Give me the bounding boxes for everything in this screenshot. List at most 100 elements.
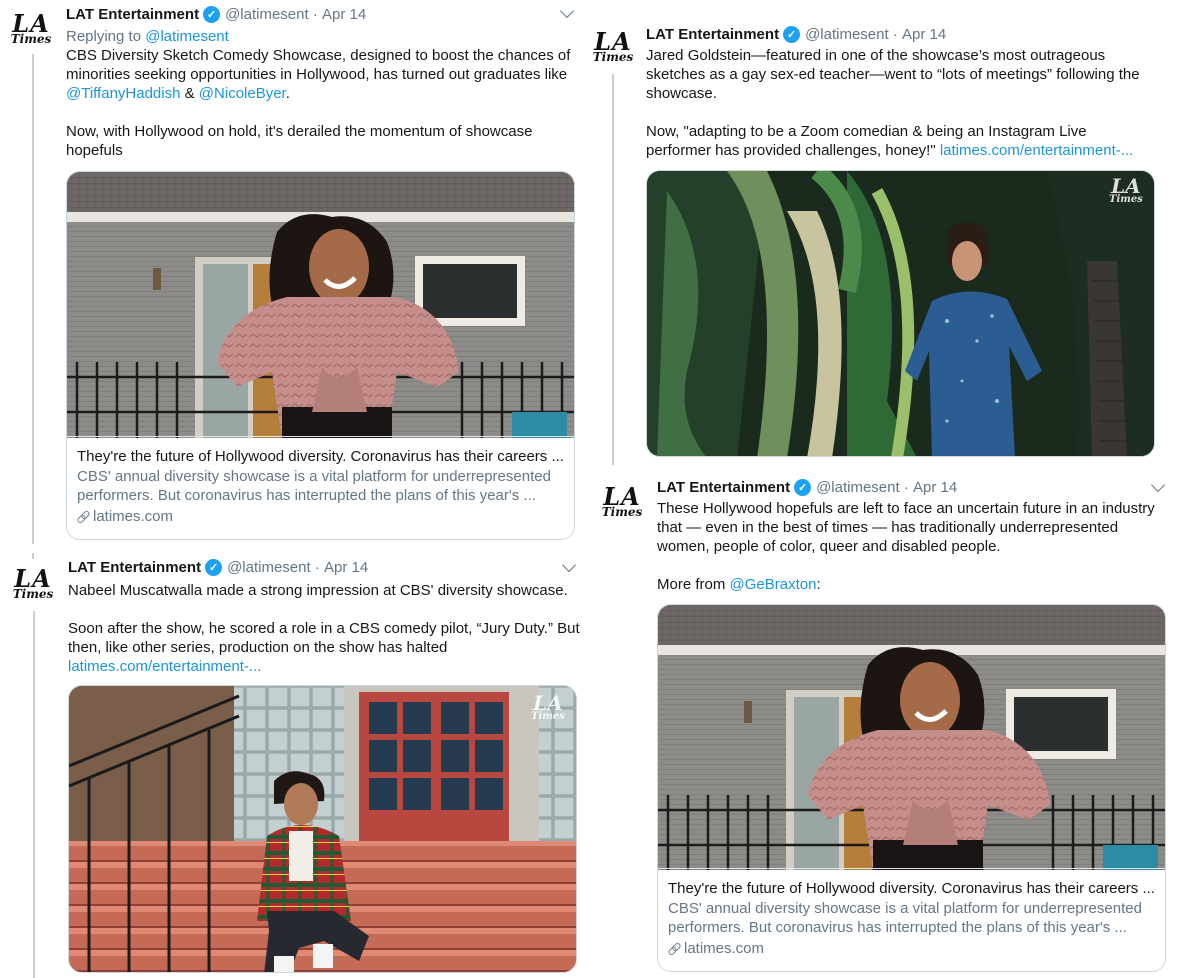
avatar-times-text: Times [12, 587, 54, 602]
avatar[interactable]: LA Times [10, 561, 56, 607]
card-image [658, 605, 1165, 870]
tweet-line: Now, "adapting to be a Zoom comedian & b… [646, 123, 1087, 140]
replying-to-link[interactable]: @latimesent [145, 28, 229, 45]
account-name[interactable]: LAT Entertainment [68, 559, 201, 576]
account-handle[interactable]: @latimesent [225, 6, 309, 23]
text-colon: : [816, 576, 821, 593]
avatar-la-text: LA [12, 8, 50, 38]
account-handle[interactable]: @latimesent [816, 479, 900, 496]
tweet-date[interactable]: Apr 14 [902, 26, 946, 43]
tweet-line: sketches as a gay sex-ed teacher—went to… [646, 66, 1140, 83]
card-image: LA Times [69, 686, 576, 972]
account-name[interactable]: LAT Entertainment [646, 26, 779, 43]
link-card[interactable]: They're the future of Hollywood diversit… [657, 604, 1166, 972]
card-body: They're the future of Hollywood diversit… [658, 868, 1165, 971]
tweet-text: These Hollywood hopefuls are left to fac… [657, 499, 1172, 594]
chevron-down-icon[interactable] [1150, 477, 1166, 493]
card-domain: latimes.com [77, 507, 564, 526]
tweet-2[interactable]: LA Times LAT Entertainment ✓ @latimesent… [590, 0, 1181, 465]
thread-line [612, 74, 614, 465]
card-image [67, 172, 574, 438]
watermark-logo: LA Times [1109, 174, 1143, 205]
thread-line [32, 54, 34, 544]
tweet-line: women, people of color, queer and disabl… [657, 538, 1001, 555]
chevron-down-icon[interactable] [559, 3, 575, 19]
tweet-line: CBS Diversity Sketch Comedy Showcase, de… [66, 47, 571, 64]
thread-line [32, 553, 34, 559]
text-amp: & [180, 85, 199, 102]
avatar-la-text: LA [603, 481, 641, 511]
thread-line [33, 611, 35, 978]
media-card[interactable]: LA Times [68, 685, 577, 973]
tweet-line: that — even in the best of times — has t… [657, 519, 1119, 536]
avatar-times-text: Times [10, 32, 52, 47]
tweet-text: Jared Goldstein—featured in one of the s… [646, 46, 1166, 160]
mention-link[interactable]: @GeBraxton [730, 576, 817, 593]
verified-badge-icon: ✓ [783, 26, 801, 43]
tweet-line: These Hollywood hopefuls are left to fac… [657, 500, 1155, 517]
watermark-logo: LA Times [531, 691, 565, 722]
card-body: They're the future of Hollywood diversit… [67, 436, 574, 539]
tweet-line: showcase. [646, 85, 717, 102]
tweet-header: LAT Entertainment ✓ @latimesent · Apr 14 [68, 559, 368, 576]
article-link[interactable]: latimes.com/entertainment-... [68, 658, 261, 675]
tweet-text: Replying to @latimesent CBS Diversity Sk… [66, 27, 581, 160]
avatar-la-text: LA [594, 26, 632, 56]
tweet-line: hopefuls [66, 142, 123, 159]
account-name[interactable]: LAT Entertainment [66, 6, 199, 23]
tweet-text-segment: performer has provided challenges, honey… [646, 142, 940, 159]
account-handle[interactable]: @latimesent [227, 559, 311, 576]
mention-link[interactable]: @TiffanyHaddish [66, 85, 180, 102]
tweet-line: More from @GeBraxton: [657, 575, 1172, 594]
separator-dot: · [308, 6, 322, 23]
avatar[interactable]: LA Times [590, 24, 636, 70]
avatar[interactable]: LA Times [599, 479, 645, 525]
separator-dot: · [888, 26, 902, 43]
card-domain: latimes.com [668, 939, 1155, 958]
tweet-line: @TiffanyHaddish & @NicoleByer. [66, 84, 581, 103]
link-icon [77, 511, 89, 523]
tweet-header: LAT Entertainment ✓ @latimesent · Apr 14 [646, 26, 946, 43]
card-description: CBS' annual diversity showcase is a vita… [77, 468, 551, 504]
card-title: They're the future of Hollywood diversit… [668, 880, 1155, 897]
tweet-date[interactable]: Apr 14 [324, 559, 368, 576]
mention-link[interactable]: @NicoleByer [199, 85, 286, 102]
tweet-line: then, like other series, production on t… [68, 639, 448, 656]
link-card[interactable]: They're the future of Hollywood diversit… [66, 171, 575, 540]
tweet-header: LAT Entertainment ✓ @latimesent · Apr 14 [657, 479, 957, 496]
text-dot: . [285, 85, 290, 102]
avatar-la-text: LA [14, 563, 52, 593]
card-image: LA Times [647, 171, 1154, 456]
tweet-4[interactable]: LA Times LAT Entertainment ✓ @latimesent… [590, 465, 1181, 978]
tweet-line: minorities seeking opportunities in Holl… [66, 66, 568, 83]
replying-to: Replying to @latimesent [66, 28, 229, 45]
tweet-3[interactable]: LA Times LAT Entertainment ✓ @latimesent… [0, 553, 590, 978]
link-icon [668, 943, 680, 955]
tweet-line: latimes.com/entertainment-... [68, 657, 583, 676]
chevron-down-icon[interactable] [561, 557, 577, 573]
tweet-date[interactable]: Apr 14 [913, 479, 957, 496]
card-title: They're the future of Hollywood diversit… [77, 448, 564, 465]
tweet-line: Now, with Hollywood on hold, it's derail… [66, 123, 533, 140]
tweet-line: Soon after the show, he scored a role in… [68, 620, 580, 637]
verified-badge-icon: ✓ [794, 479, 812, 496]
tweet-text-segment: More from [657, 576, 730, 593]
tweet-text: Nabeel Muscatwalla made a strong impress… [68, 581, 583, 676]
separator-dot: · [899, 479, 913, 496]
card-description: CBS' annual diversity showcase is a vita… [668, 900, 1142, 936]
avatar-times-text: Times [601, 505, 643, 520]
media-card[interactable]: LA Times [646, 170, 1155, 457]
tweet-date[interactable]: Apr 14 [322, 6, 366, 23]
avatar[interactable]: LA Times [8, 6, 54, 52]
tweet-line: Nabeel Muscatwalla made a strong impress… [68, 582, 568, 599]
avatar-times-text: Times [592, 50, 634, 65]
account-name[interactable]: LAT Entertainment [657, 479, 790, 496]
article-link[interactable]: latimes.com/entertainment-... [940, 142, 1133, 159]
tweet-1[interactable]: LA Times LAT Entertainment ✓ @latimesent… [0, 0, 590, 545]
tweet-line: Jared Goldstein—featured in one of the s… [646, 47, 1106, 64]
account-handle[interactable]: @latimesent [805, 26, 889, 43]
verified-badge-icon: ✓ [205, 559, 223, 576]
tweet-line: performer has provided challenges, honey… [646, 141, 1166, 160]
tweet-header: LAT Entertainment ✓ @latimesent · Apr 14 [66, 6, 366, 23]
separator-dot: · [310, 559, 324, 576]
